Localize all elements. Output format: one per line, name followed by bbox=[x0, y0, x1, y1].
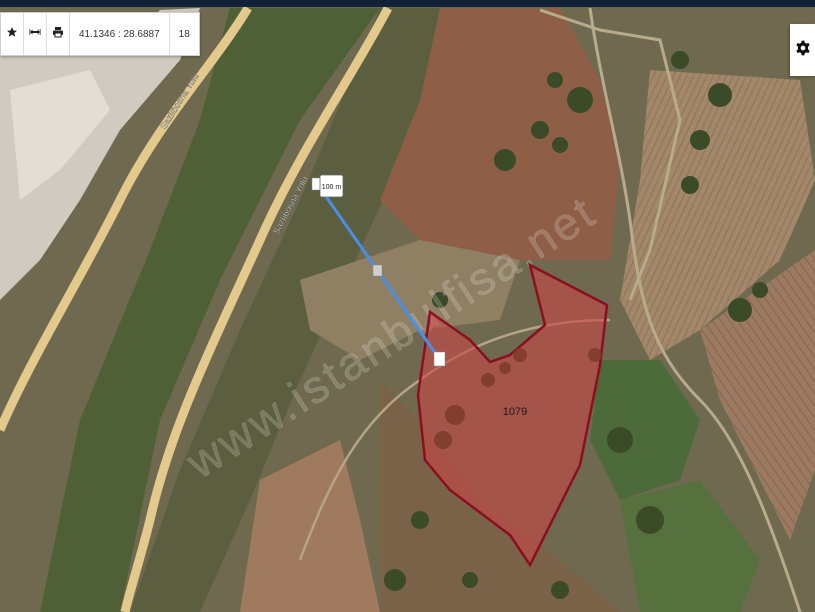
parcel-number: 1079 bbox=[503, 406, 527, 418]
zoom-level: 18 bbox=[178, 28, 190, 40]
settings-button[interactable] bbox=[790, 24, 815, 76]
gear-icon bbox=[795, 40, 811, 61]
printer-icon bbox=[52, 25, 64, 43]
satellite-map[interactable]: Sazlıbosna Yolu Sazlıbosna Yolu www.ista… bbox=[0, 0, 815, 612]
measure-arrows-icon bbox=[29, 25, 41, 43]
measure-end-handle[interactable] bbox=[433, 351, 446, 367]
measure-label-box: 100 m bbox=[319, 174, 344, 198]
coordinates-readout: 41.1346 : 28.6887 bbox=[70, 13, 170, 55]
measure-button[interactable] bbox=[24, 13, 47, 55]
map-toolbar: 41.1346 : 28.6887 18 bbox=[0, 12, 200, 56]
top-bar bbox=[0, 0, 815, 7]
star-icon bbox=[6, 25, 18, 43]
measure-mid-handle[interactable] bbox=[372, 264, 383, 277]
measure-label: 100 m bbox=[322, 184, 342, 191]
print-button[interactable] bbox=[47, 13, 70, 55]
favorite-button[interactable] bbox=[1, 13, 24, 55]
